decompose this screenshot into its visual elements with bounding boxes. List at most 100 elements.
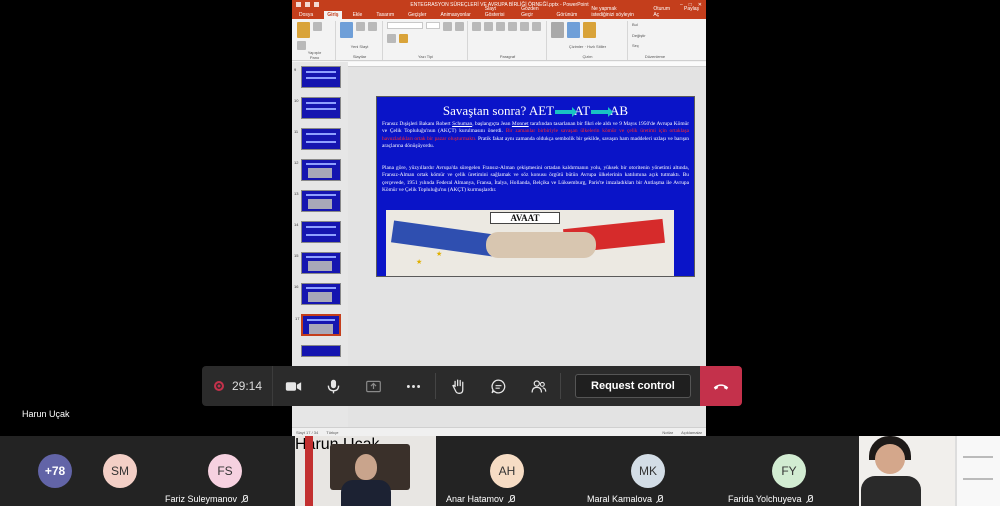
notes-button[interactable]: Notlar	[662, 430, 673, 435]
undo-icon[interactable]	[305, 2, 310, 7]
font-name-box[interactable]	[387, 22, 423, 29]
arrange-icon[interactable]	[567, 22, 580, 38]
avatar: FY	[772, 454, 806, 488]
signin-link[interactable]: Oturum Aç	[650, 5, 673, 19]
group-label-slides: Slaytlar	[352, 54, 367, 59]
star-icon: ★	[436, 251, 443, 258]
shelf-line	[963, 478, 993, 480]
font-color-icon[interactable]	[399, 34, 408, 43]
participant-tile[interactable]: AH Anar Hatamov	[436, 436, 577, 506]
shapes-icon[interactable]	[551, 22, 564, 38]
numbering-icon[interactable]	[484, 22, 493, 31]
ribbon-group-editing: Bul Değiştir Seç Düzenleme	[629, 21, 681, 60]
participant-tile[interactable]: FS Fariz Suleymanov	[155, 436, 295, 506]
teams-meeting-window: ENTEGRASYON SÜREÇLERİ VE AVRUPA BİRLİĞİ …	[0, 0, 1000, 506]
tab-view[interactable]: Görünüm	[553, 11, 580, 19]
overflow-participants-badge[interactable]: +78	[38, 454, 72, 488]
font-size-box[interactable]	[426, 22, 440, 29]
slide-thumbnail[interactable]: 9	[294, 66, 341, 88]
copy-icon[interactable]	[297, 41, 306, 50]
slide-thumbnail-active[interactable]: 17	[295, 314, 341, 336]
align-left-icon[interactable]	[496, 22, 505, 31]
share-screen-button[interactable]	[353, 366, 393, 406]
mic-button[interactable]	[313, 366, 353, 406]
tell-me-box[interactable]: Ne yapmak istediğinizi söyleyin	[588, 5, 642, 19]
slide-thumbnail[interactable]: 14	[294, 221, 341, 243]
comments-button[interactable]: Açıklamalar	[681, 430, 702, 435]
layout-icon[interactable]	[356, 22, 365, 31]
raise-hand-button[interactable]	[438, 366, 478, 406]
slide-thumbnail[interactable]	[301, 345, 341, 357]
separator	[435, 373, 437, 399]
find-button[interactable]: Bul	[632, 22, 678, 27]
align-right-icon[interactable]	[520, 22, 529, 31]
participant-video-tile[interactable]	[859, 436, 1000, 506]
paste-icon[interactable]	[297, 22, 310, 38]
share-button[interactable]: Paylaş	[681, 5, 702, 19]
slide-thumbnail[interactable]: 11	[294, 128, 341, 150]
slide-title: Savaştan sonra? AET AT AB	[442, 103, 629, 118]
justify-icon[interactable]	[532, 22, 541, 31]
tab-animations[interactable]: Animasyonlar	[437, 11, 473, 19]
mic-icon	[327, 379, 339, 393]
slide-thumbnail[interactable]: 10	[294, 97, 341, 119]
participant-video-tile[interactable]: Harun Uçak	[295, 436, 436, 506]
shelf-background	[955, 436, 1000, 506]
language-status[interactable]: Türkçe	[326, 430, 338, 435]
bullets-icon[interactable]	[472, 22, 481, 31]
separator	[560, 373, 562, 399]
replace-button[interactable]: Değiştir	[632, 33, 678, 38]
ribbon-group-paragraph: Paragraf	[469, 21, 547, 60]
tab-review[interactable]: Gözden Geçir	[518, 5, 545, 19]
save-icon[interactable]	[296, 2, 301, 7]
slide-thumbnail[interactable]: 15	[294, 252, 341, 274]
request-control-button[interactable]: Request control	[575, 374, 691, 398]
tab-transitions[interactable]: Geçişler	[405, 11, 429, 19]
mic-muted-icon	[806, 495, 813, 503]
align-center-icon[interactable]	[508, 22, 517, 31]
current-slide[interactable]: Savaştan sonra? AET AT AB Fransız Dışişler…	[376, 96, 695, 277]
slide-paragraph-1: Fransız Dışişleri Bakanı Robert Schuman,…	[382, 121, 689, 149]
participants-button[interactable]	[518, 366, 558, 406]
participant-name: Anar Hatamov	[446, 494, 515, 504]
participant-name: Farida Yolchuyeva	[728, 494, 813, 504]
tab-file[interactable]: Dosya	[296, 11, 316, 19]
shelf-line	[963, 456, 993, 458]
participant-tile[interactable]: +78 SM	[0, 436, 155, 506]
avatar: SM	[103, 454, 137, 488]
quick-access-toolbar[interactable]	[296, 2, 319, 7]
hangup-button[interactable]	[700, 366, 742, 406]
participant-tile[interactable]: MK Maral Kamalova	[577, 436, 718, 506]
participant-name: Fariz Suleymanov	[165, 494, 249, 504]
raise-hand-icon	[451, 378, 463, 394]
underline-icon[interactable]	[387, 34, 396, 43]
slide-thumbnail[interactable]: 16	[294, 283, 341, 305]
bold-icon[interactable]	[443, 22, 452, 31]
reset-icon[interactable]	[368, 22, 377, 31]
avatar: AH	[490, 454, 524, 488]
slide-thumbnail[interactable]: 12	[294, 159, 341, 181]
presenter-name-label: Harun Uçak	[22, 409, 70, 419]
flag-background	[305, 436, 313, 506]
people-icon	[531, 379, 546, 392]
cut-icon[interactable]	[313, 22, 322, 31]
chat-button[interactable]	[478, 366, 518, 406]
meeting-timer: 29:14	[232, 379, 263, 393]
camera-button[interactable]	[273, 366, 313, 406]
select-button[interactable]: Seç	[632, 43, 678, 48]
new-slide-icon[interactable]	[340, 22, 353, 38]
participant-tile[interactable]: FY Farida Yolchuyeva	[718, 436, 859, 506]
redo-icon[interactable]	[314, 2, 319, 7]
more-actions-button[interactable]	[393, 366, 433, 406]
new-slide-label: Yeni Slayt	[350, 43, 369, 49]
tab-home[interactable]: Giriş	[324, 11, 342, 19]
tab-insert[interactable]: Ekle	[350, 11, 366, 19]
quick-styles-icon[interactable]	[583, 22, 596, 38]
tab-design[interactable]: Tasarım	[373, 11, 397, 19]
slide-thumbnail[interactable]: 13	[294, 190, 341, 212]
italic-icon[interactable]	[455, 22, 464, 31]
participant-name: Maral Kamalova	[587, 494, 664, 504]
avatar: FS	[208, 454, 242, 488]
group-label-editing: Düzenleme	[644, 53, 666, 59]
tab-slideshow[interactable]: Slayt Gösterisi	[482, 5, 510, 19]
